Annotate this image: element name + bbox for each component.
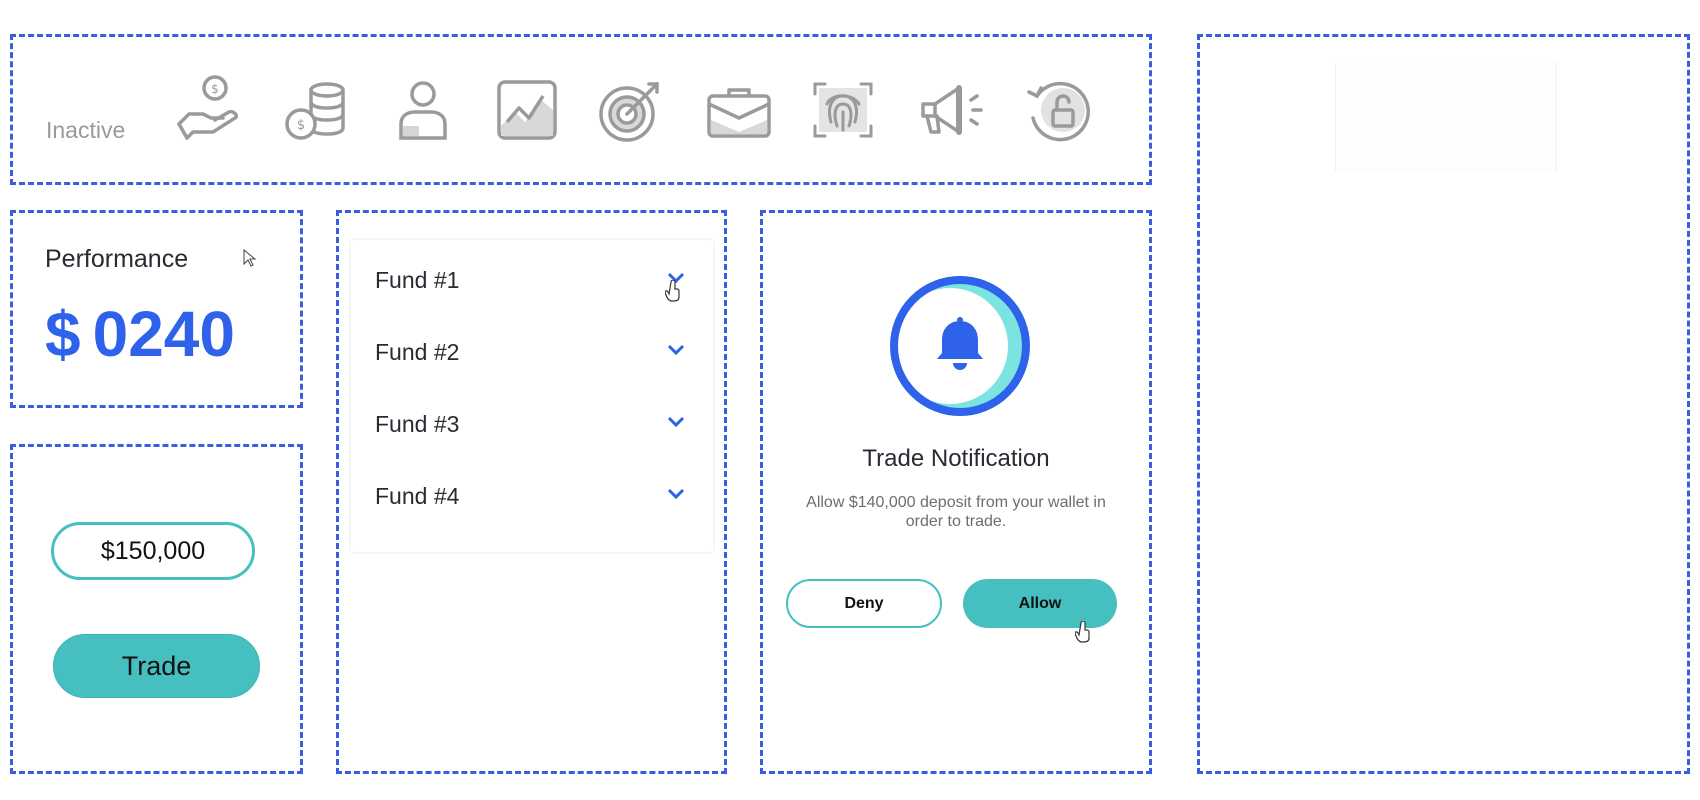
fund-item[interactable]: Fund #3 xyxy=(351,394,713,454)
bell-icon xyxy=(887,273,1033,419)
performance-amount: 0240 xyxy=(92,298,235,370)
hand-pointer-icon xyxy=(665,280,680,302)
currency-symbol: $ xyxy=(45,298,81,370)
notification-panel: Trade Notification Allow $140,000 deposi… xyxy=(760,210,1152,774)
fund-label: Fund #4 xyxy=(375,482,460,509)
fund-item[interactable]: Fund #2 xyxy=(351,322,713,382)
fund-item[interactable]: Fund #4 xyxy=(351,466,713,526)
fund-label: Fund #2 xyxy=(375,338,460,365)
performance-panel: Performance $ 0240 xyxy=(10,210,303,408)
allow-button[interactable]: Allow xyxy=(963,579,1117,628)
line-chart-icon[interactable] xyxy=(491,74,563,146)
coin-stack-icon[interactable]: $ xyxy=(281,74,353,146)
performance-title: Performance xyxy=(45,245,189,273)
money-hand-icon[interactable]: $ xyxy=(175,74,247,146)
status-label: Inactive xyxy=(46,117,126,143)
amount-input[interactable]: $150,000 xyxy=(51,522,255,580)
unlock-icon[interactable] xyxy=(1023,74,1095,146)
hand-pointer-icon xyxy=(1075,621,1090,643)
svg-text:$: $ xyxy=(297,118,305,133)
placeholder-area xyxy=(1335,62,1557,172)
fund-label: Fund #3 xyxy=(375,410,460,437)
mouse-pointer-icon xyxy=(243,249,257,267)
trade-panel: $150,000 Trade xyxy=(10,444,303,774)
trade-button[interactable]: Trade xyxy=(53,634,260,698)
funds-panel: Fund #1 Fund #2 Fund #3 Fund #4 xyxy=(336,210,727,774)
user-icon[interactable] xyxy=(387,74,459,146)
fund-list: Fund #1 Fund #2 Fund #3 Fund #4 xyxy=(351,240,713,552)
chevron-down-icon[interactable] xyxy=(667,344,685,356)
icons-panel: Inactive $ $ xyxy=(10,34,1152,185)
chevron-down-icon[interactable] xyxy=(667,488,685,500)
chevron-down-icon[interactable] xyxy=(667,416,685,428)
target-icon[interactable] xyxy=(595,74,667,146)
fund-item[interactable]: Fund #1 xyxy=(351,250,713,310)
notification-message: Allow $140,000 deposit from your wallet … xyxy=(806,494,1106,530)
megaphone-icon[interactable] xyxy=(915,74,987,146)
deny-button[interactable]: Deny xyxy=(786,579,942,628)
right-panel xyxy=(1197,34,1690,774)
fund-label: Fund #1 xyxy=(375,266,460,293)
notification-title: Trade Notification xyxy=(862,445,1050,472)
svg-text:$: $ xyxy=(211,82,219,96)
fingerprint-icon[interactable] xyxy=(807,74,879,146)
briefcase-icon[interactable] xyxy=(703,74,775,146)
performance-value: $ 0240 xyxy=(45,297,235,371)
